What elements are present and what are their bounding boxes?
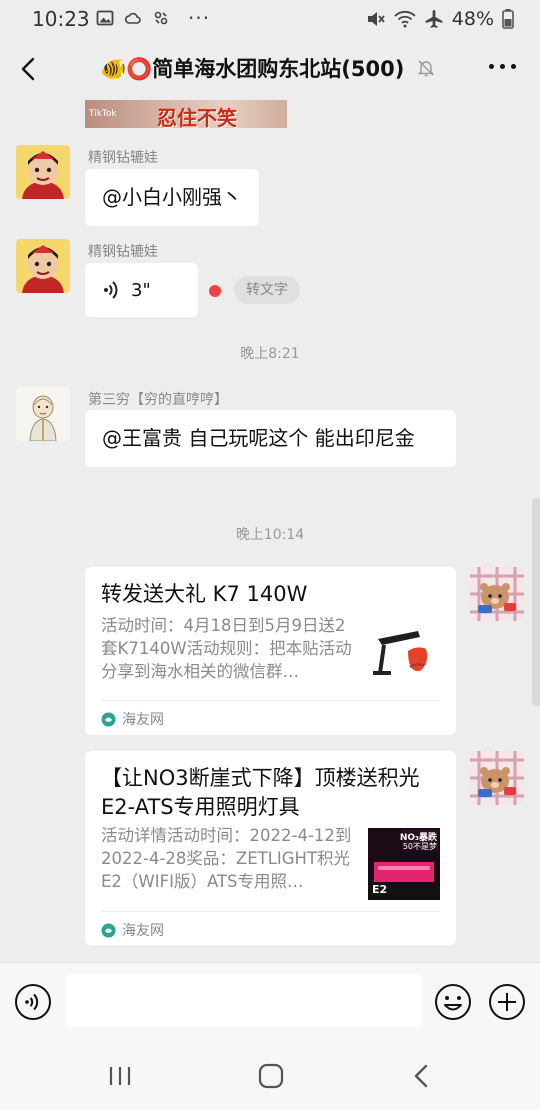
system-navigation-bar <box>0 1040 540 1110</box>
sender-name: 精钢钻辘娃 <box>88 244 158 260</box>
sender-name: 第三穷【穷的直哼哼】 <box>88 392 228 408</box>
voice-message-bubble[interactable]: 3" <box>85 263 198 317</box>
card-description: 活动时间：4月18日到5月9日送2套K7140W活动规则：把本贴活动分享到海水相… <box>101 616 352 681</box>
led-light-product-image <box>368 617 440 689</box>
message-bubble[interactable]: @小白小刚强丶 <box>85 169 259 226</box>
image-message-partial[interactable]: TikTok 忍住不笑 <box>85 100 287 128</box>
timestamp-separator: 晚上10:14 <box>235 527 305 543</box>
avatar[interactable] <box>16 387 70 441</box>
chat-header: 🐠⭕简单海水团购东北站(500) <box>0 38 540 100</box>
voice-duration: 3" <box>131 279 151 301</box>
avatar[interactable] <box>16 239 70 293</box>
more-dot <box>511 64 516 69</box>
self-avatar[interactable] <box>470 567 524 621</box>
card-description: 活动详情活动时间：2022-4-12到2022-4-28奖品：ZETLIGHT积… <box>101 826 352 891</box>
cloud-sync-icon <box>124 12 141 24</box>
status-notification-icons: ··· <box>96 6 211 30</box>
unread-voice-dot <box>209 285 221 297</box>
card-title: 转发送大礼 K7 140W <box>101 582 308 606</box>
card-source: 海友网 <box>101 709 164 729</box>
message-text-input[interactable] <box>66 974 422 1027</box>
battery-percent: 48% <box>451 8 494 30</box>
chat-title: 🐠⭕简单海水团购东北站(500) <box>100 57 405 81</box>
more-dot <box>500 64 505 69</box>
status-more-dots: ··· <box>188 6 211 30</box>
link-icon <box>154 11 168 25</box>
voice-wave-icon <box>104 281 118 299</box>
card-source-name: 海友网 <box>122 923 164 939</box>
image-caption-text: 忍住不笑 <box>157 106 237 128</box>
airplane-mode-icon <box>425 10 443 28</box>
self-avatar[interactable] <box>470 751 524 805</box>
card-divider <box>101 700 440 701</box>
mute-vibrate-icon <box>367 12 385 26</box>
emoji-button[interactable] <box>434 983 472 1021</box>
card-divider <box>101 911 440 912</box>
status-bar: 10:23 ··· 48% <box>0 0 540 38</box>
more-options-button[interactable] <box>489 64 516 69</box>
link-card-message[interactable]: 【让NO3断崖式下降】顶楼送积光E2-ATS专用照明灯具 活动详情活动时间：20… <box>85 751 456 945</box>
card-thumbnail <box>368 617 440 689</box>
scrollbar-thumb[interactable] <box>532 498 540 706</box>
link-card-message[interactable]: 转发送大礼 K7 140W 活动时间：4月18日到5月9日送2套K7140W活动… <box>85 567 456 735</box>
card-title: 【让NO3断崖式下降】顶楼送积光E2-ATS专用照明灯具 <box>101 766 420 819</box>
chat-message-list[interactable]: TikTok 忍住不笑 精钢钻辘娃 @小白小刚强丶 精钢钻辘娃 3" 转文字 晚… <box>0 100 540 962</box>
more-functions-plus-button[interactable] <box>488 983 526 1021</box>
voice-input-button[interactable] <box>14 983 52 1021</box>
thumb-subline: 50不是梦 <box>402 842 437 851</box>
avatar-sketch-person-image <box>16 387 70 441</box>
recent-apps-icon[interactable] <box>108 1065 132 1087</box>
mute-notifications-icon <box>418 60 435 77</box>
card-source-name: 海友网 <box>122 712 164 728</box>
back-button[interactable] <box>12 52 46 86</box>
nav-back-icon[interactable] <box>410 1063 434 1089</box>
card-source: 海友网 <box>101 920 164 940</box>
sender-name: 精钢钻辘娃 <box>88 150 158 166</box>
avatar-cartoon-boy-image <box>16 239 70 293</box>
card-thumbnail: NO₃暴跌 50不是梦 E2 <box>368 828 440 900</box>
status-system-icons: 48% <box>366 8 514 30</box>
avatar-bear-plaid-image <box>470 567 524 621</box>
avatar-bear-plaid-image <box>470 751 524 805</box>
source-app-icon <box>101 712 116 726</box>
avatar-cartoon-boy-image <box>16 145 70 199</box>
thumb-model: E2 <box>372 883 388 896</box>
battery-icon <box>502 9 514 29</box>
chat-title-wrap: 🐠⭕简单海水团购东北站(500) <box>100 53 436 83</box>
home-icon[interactable] <box>258 1063 284 1089</box>
more-dot <box>489 64 494 69</box>
avatar[interactable] <box>16 145 70 199</box>
message-input-bar <box>0 962 540 1040</box>
image-watermark: TikTok <box>89 109 117 119</box>
message-bubble[interactable]: @王富贵 自己玩呢这个 能出印尼金 <box>85 410 456 467</box>
status-time: 10:23 <box>32 7 90 31</box>
timestamp-separator: 晚上8:21 <box>240 346 300 362</box>
source-app-icon <box>101 923 116 937</box>
gallery-icon <box>96 10 114 26</box>
wifi-icon <box>394 10 416 28</box>
convert-to-text-button[interactable]: 转文字 <box>234 276 300 304</box>
